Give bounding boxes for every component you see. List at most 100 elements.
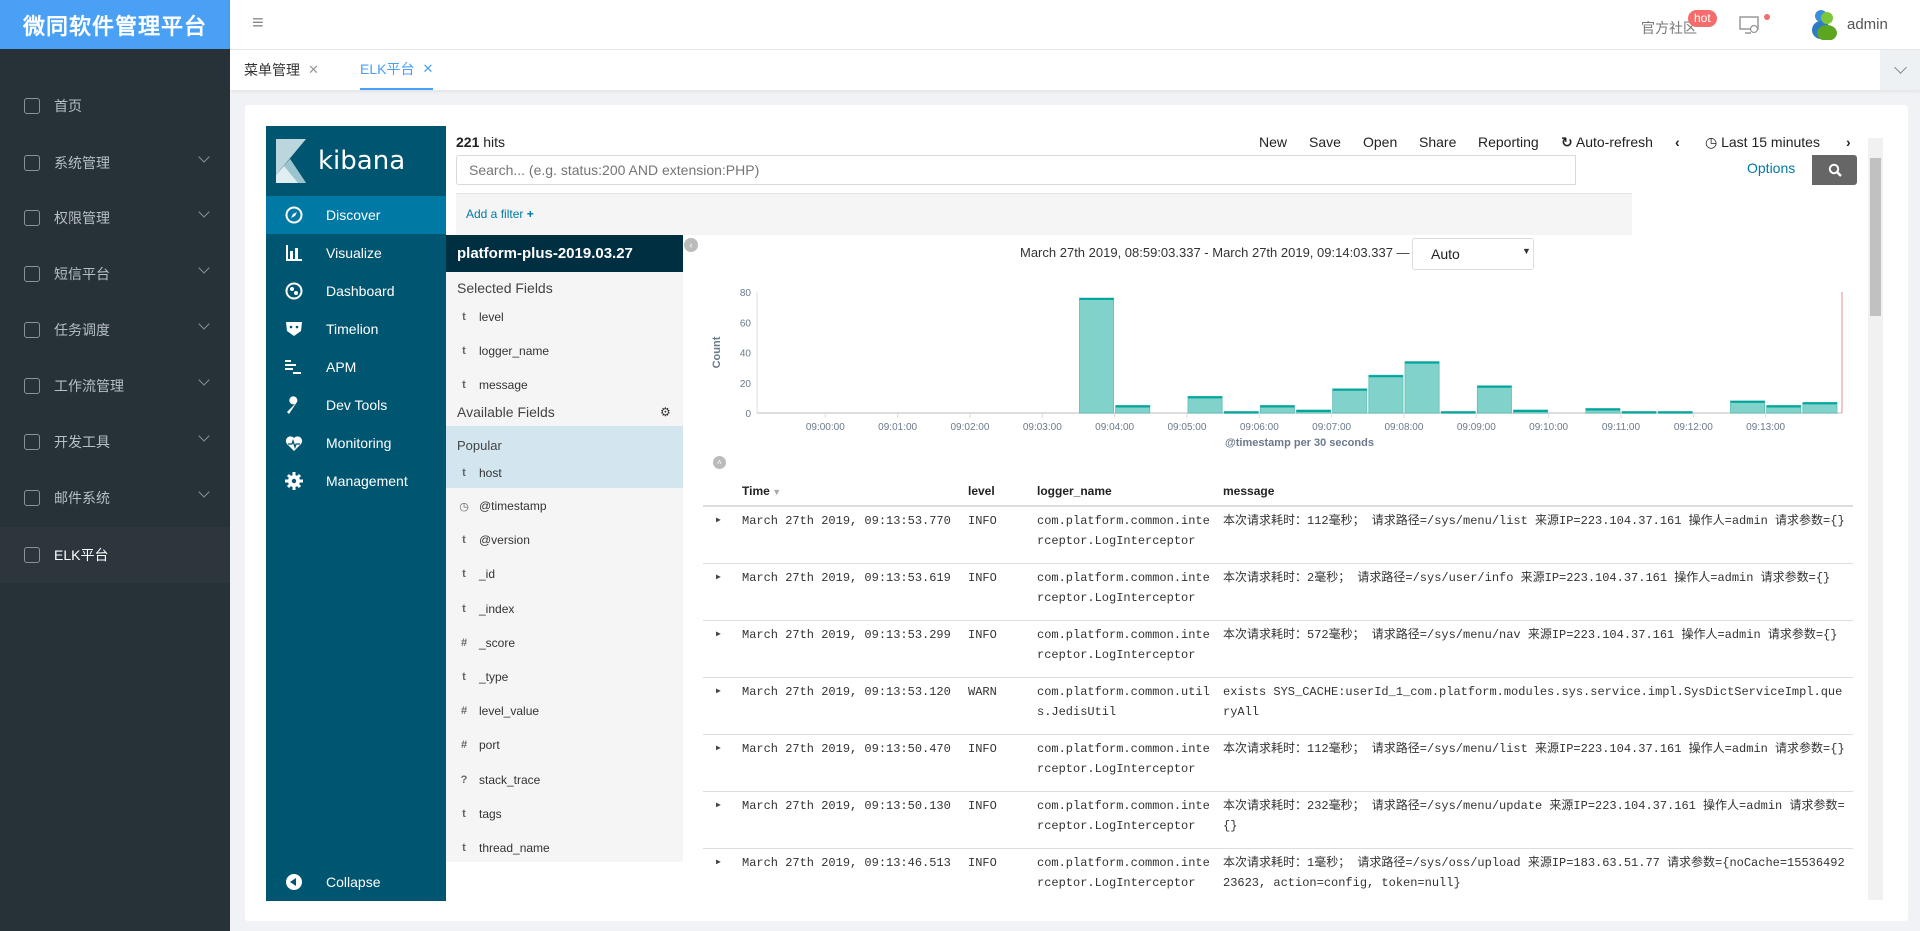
kibana-nav-label: Visualize [326,245,382,261]
kibana-nav-apm[interactable]: APM [266,348,446,386]
sort-down-icon[interactable]: ▼ [770,487,781,497]
collapse-button[interactable]: Collapse [266,863,446,901]
table-row[interactable]: ▶ March 27th 2019, 09:13:53.299 INFO com… [703,621,1853,678]
sidebar-item-3[interactable]: 短信平台 [0,246,230,302]
save-button[interactable]: Save [1309,134,1341,150]
hits-number: 221 [456,134,480,150]
field-item[interactable]: t _type [446,662,683,692]
column-header-level[interactable]: level [968,484,995,498]
expand-row-caret-icon[interactable]: ▶ [716,511,721,531]
expand-row-caret-icon[interactable]: ▶ [716,568,721,588]
username[interactable]: admin [1847,16,1888,33]
field-item[interactable]: t logger_name [446,336,683,366]
monitor-settings-icon[interactable] [1739,16,1761,34]
chevron-down-icon[interactable] [198,262,210,274]
search-input[interactable] [456,155,1576,185]
apm-icon [284,357,304,377]
kibana-nav-discover[interactable]: Discover [266,196,446,234]
reporting-button[interactable]: Reporting [1478,134,1539,150]
chevron-down-icon[interactable] [198,151,210,163]
time-picker-button[interactable]: ◷ Last 15 minutes [1705,134,1820,151]
field-item[interactable]: # level_value [446,696,683,726]
time-forward-chevron-icon[interactable]: › [1846,134,1851,150]
field-item[interactable]: ? stack_trace [446,765,683,795]
interval-select[interactable]: Auto [1412,238,1534,270]
field-item[interactable]: t thread_name [446,833,683,863]
collapse-chart-chevron-icon[interactable]: ˄ [713,456,726,469]
search-button[interactable] [1812,155,1857,185]
kibana-nav-monitoring[interactable]: Monitoring [266,424,446,462]
dashboard-icon [284,281,304,301]
field-item[interactable]: t level [446,302,683,332]
close-icon[interactable]: ✕ [308,62,319,78]
table-row[interactable]: ▶ March 27th 2019, 09:13:53.120 WARN com… [703,678,1853,735]
kibana-nav-timelion[interactable]: Timelion [266,310,446,348]
index-pattern-selector[interactable]: platform-plus-2019.03.27 [446,235,683,272]
time-picker-label: Last 15 minutes [1721,134,1820,150]
kibana-logo[interactable]: kibana [266,126,446,196]
sidebar-item-0[interactable]: 首页 [0,78,230,134]
field-item[interactable]: # port [446,730,683,760]
cell-level: INFO [968,856,997,870]
column-header-message[interactable]: message [1223,484,1274,498]
chevron-down-icon[interactable] [198,318,210,330]
close-icon[interactable]: ✕ [422,61,433,77]
table-row[interactable]: ▶ March 27th 2019, 09:13:50.470 INFO com… [703,735,1853,792]
chevron-down-icon[interactable] [198,374,210,386]
share-button[interactable]: Share [1419,134,1456,150]
expand-row-caret-icon[interactable]: ▶ [716,739,721,759]
search-options-link[interactable]: Options [1747,160,1795,176]
chevron-down-icon[interactable] [198,206,210,218]
field-item[interactable]: t _index [446,594,683,624]
expand-row-caret-icon[interactable]: ▶ [716,853,721,873]
table-row[interactable]: ▶ March 27th 2019, 09:13:50.130 INFO com… [703,792,1853,849]
hamburger-menu-icon[interactable]: ≡ [252,13,270,33]
sidebar-item-2[interactable]: 权限管理 [0,190,230,246]
column-header-logger-name[interactable]: logger_name [1037,484,1112,498]
kibana-nav-visualize[interactable]: Visualize [266,234,446,272]
open-button[interactable]: Open [1363,134,1397,150]
field-item[interactable]: t @version [446,525,683,555]
add-filter-button[interactable]: Add a filter + [466,207,534,221]
field-item[interactable]: t host [446,458,683,488]
sidebar-item-5[interactable]: 工作流管理 [0,358,230,414]
new-button[interactable]: New [1259,134,1287,150]
chevron-down-icon[interactable] [198,430,210,442]
expand-row-caret-icon[interactable]: ▶ [716,682,721,702]
cell-message: exists SYS_CACHE:userId_1_com.platform.m… [1223,685,1843,719]
sidebar-item-7[interactable]: 邮件系统 [0,470,230,526]
tab-dropdown-button[interactable] [1880,50,1920,90]
time-back-chevron-icon[interactable]: ‹ [1675,134,1680,150]
sidebar-item-8[interactable]: ELK平台 [0,527,230,583]
kibana-nav-management[interactable]: Management [266,462,446,500]
kibana-nav-dashboard[interactable]: Dashboard [266,272,446,310]
chevron-down-icon[interactable] [198,486,210,498]
table-row[interactable]: ▶ March 27th 2019, 09:13:53.619 INFO com… [703,564,1853,621]
column-header-time[interactable]: Time ▼ [742,484,781,498]
field-settings-gear-icon[interactable]: ⚙ [660,405,671,419]
table-row[interactable]: ▶ March 27th 2019, 09:13:46.513 INFO com… [703,849,1853,900]
cell-time: March 27th 2019, 09:13:50.470 [742,742,951,756]
field-item[interactable]: # _score [446,628,683,658]
auto-refresh-button[interactable]: ↻ Auto-refresh [1561,134,1653,151]
field-item[interactable]: ◷ @timestamp [446,491,683,521]
kibana-nav-dev-tools[interactable]: Dev Tools [266,386,446,424]
scrollbar[interactable] [1868,138,1883,900]
tab-menu-management[interactable]: 菜单管理 ✕ [244,50,319,90]
y-tick-label: 0 [745,409,751,420]
sidebar-item-4[interactable]: 任务调度 [0,302,230,358]
collapse-sidebar-chevron-icon[interactable]: ‹ [684,238,698,252]
tab-elk[interactable]: ELK平台 ✕ [360,50,434,90]
table-row[interactable]: ▶ March 27th 2019, 09:13:53.770 INFO com… [703,507,1853,564]
column-label: Time [742,484,770,498]
sidebar-item-1[interactable]: 系统管理 [0,135,230,191]
field-item[interactable]: t _id [446,559,683,589]
avatar[interactable] [1810,8,1838,40]
scrollbar-thumb[interactable] [1870,158,1881,316]
sidebar-item-6[interactable]: 开发工具 [0,414,230,470]
expand-row-caret-icon[interactable]: ▶ [716,796,721,816]
field-type-number-icon: # [460,705,468,718]
expand-row-caret-icon[interactable]: ▶ [716,625,721,645]
field-item[interactable]: t tags [446,799,683,829]
field-item[interactable]: t message [446,370,683,400]
